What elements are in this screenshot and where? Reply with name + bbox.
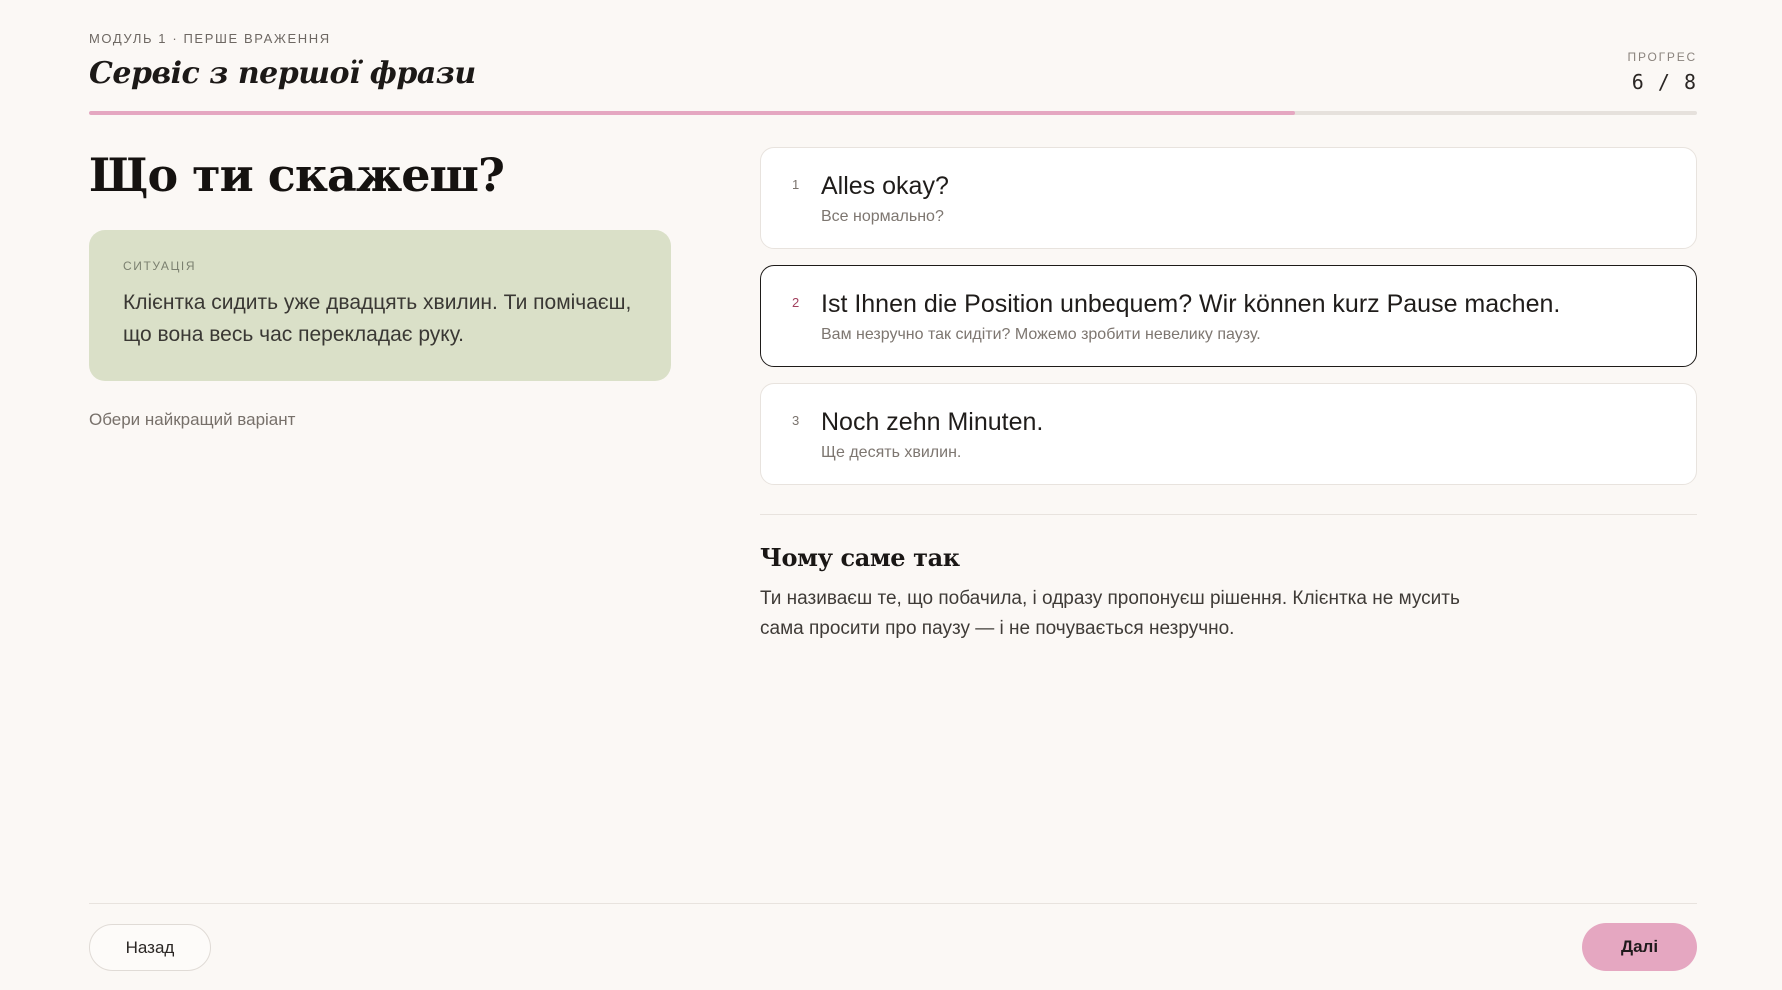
instruction-hint: Обери найкращий варіант (89, 410, 296, 429)
explanation-title: Чому саме так (760, 543, 960, 572)
progress-count: 6 / 8 (1631, 70, 1697, 94)
option-number: 1 (792, 177, 800, 192)
lesson-page: МОДУЛЬ 1 · ПЕРШЕ ВРАЖЕННЯ Сервіс з першо… (0, 0, 1782, 990)
option-number: 3 (792, 413, 800, 428)
lesson-header: МОДУЛЬ 1 · ПЕРШЕ ВРАЖЕННЯ Сервіс з першо… (89, 0, 1697, 118)
option-translation: Ще десять хвилин. (821, 444, 962, 461)
module-title: Сервіс з першої фрази (89, 56, 476, 91)
progress-bar (89, 111, 1697, 115)
progress-label: ПРОГРЕС (1627, 50, 1697, 64)
situation-card: СИТУАЦІЯ Клієнтка сидить уже двадцять хв… (89, 230, 671, 381)
option-number: 2 (792, 295, 800, 310)
module-eyebrow: МОДУЛЬ 1 · ПЕРШЕ ВРАЖЕННЯ (89, 31, 331, 46)
next-button[interactable]: Далі (1582, 923, 1697, 971)
option-german-text: Noch zehn Minuten. (821, 408, 1044, 436)
progress-bar-fill (89, 111, 1295, 115)
footer-divider (89, 903, 1697, 904)
progress-block: ПРОГРЕС 6 / 8 (1628, 50, 1697, 94)
answer-option-2[interactable]: 2 Ist Ihnen die Position unbequem? Wir k… (760, 265, 1697, 367)
answer-option-3[interactable]: 3 Noch zehn Minuten. Ще десять хвилин. (760, 383, 1697, 485)
answer-options: 1 Alles okay? Все нормально? 2 Ist Ihnen… (760, 147, 1697, 501)
question-title: Що ти скажеш? (89, 148, 505, 202)
option-german-text: Alles okay? (821, 172, 949, 200)
option-german-text: Ist Ihnen die Position unbequem? Wir kön… (821, 290, 1561, 318)
situation-label: СИТУАЦІЯ (123, 259, 197, 273)
option-translation: Вам незручно так сидіти? Можемо зробити … (821, 326, 1261, 343)
option-translation: Все нормально? (821, 208, 944, 225)
situation-text: Клієнтка сидить уже двадцять хвилин. Ти … (123, 291, 632, 346)
explanation-text: Ти називаєш те, що побачила, і одразу пр… (760, 588, 1460, 639)
back-button[interactable]: Назад (89, 924, 211, 971)
section-divider (760, 514, 1697, 515)
answer-option-1[interactable]: 1 Alles okay? Все нормально? (760, 147, 1697, 249)
